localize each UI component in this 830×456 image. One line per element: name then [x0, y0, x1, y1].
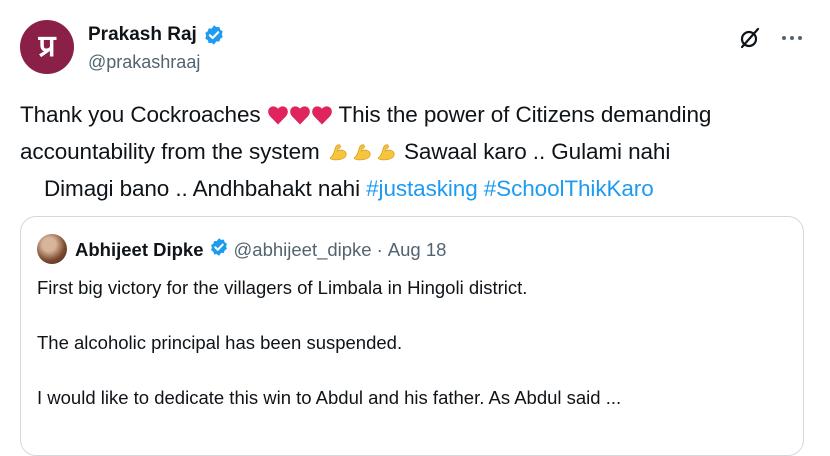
red-heart-icon: [311, 101, 332, 135]
quoted-paragraph: I would like to dedicate this win to Abd…: [37, 387, 622, 408]
tweet-text-segment: Thank you Cockroaches: [20, 102, 261, 127]
flexed-biceps-icon: [351, 138, 373, 172]
dot: [790, 36, 794, 40]
dot: [798, 36, 802, 40]
tweet-text: Thank you Cockroaches This the power of …: [20, 98, 810, 206]
more-options-icon[interactable]: [782, 28, 806, 48]
quoted-author-handle[interactable]: @abhijeet_dipke: [234, 239, 372, 261]
author-avatar[interactable]: प्र: [20, 20, 74, 74]
flexed-biceps-icon: [375, 138, 397, 172]
grok-icon[interactable]: [738, 26, 762, 50]
quoted-tweet-date[interactable]: Aug 18: [388, 239, 447, 261]
quoted-tweet-header: Abhijeet Dipke @abhijeet_dipke · Aug 18: [75, 237, 446, 262]
quoted-author-avatar[interactable]: [37, 234, 67, 264]
tweet-line-2: accountability from the system Sawaal ka…: [20, 135, 810, 172]
dot: [782, 36, 786, 40]
tweet-text-segment: Sawaal karo .. Gulami nahi: [403, 139, 671, 164]
quoted-tweet-card[interactable]: Abhijeet Dipke @abhijeet_dipke · Aug 18 …: [20, 216, 804, 456]
author-name-row: Prakash Raj: [88, 24, 225, 46]
quoted-tweet-body: First big victory for the villagers of L…: [37, 275, 787, 411]
tweet-line-3: Dimagi bano .. Andhbahakt nahi #justaski…: [20, 172, 810, 206]
quoted-author-name[interactable]: Abhijeet Dipke: [75, 239, 204, 261]
flexed-biceps-icon: [327, 138, 349, 172]
tweet-text-segment: This the power of Citizens demanding: [338, 102, 712, 127]
tweet-line-1: Thank you Cockroaches This the power of …: [20, 98, 810, 135]
hashtag-link[interactable]: #justasking: [366, 176, 478, 201]
author-handle[interactable]: @prakashraaj: [88, 52, 200, 73]
hashtag-link[interactable]: #SchoolThikKaro: [484, 176, 654, 201]
red-heart-icon: [289, 101, 310, 135]
separator-dot: ·: [376, 238, 383, 260]
verified-badge-icon: [203, 24, 225, 46]
author-display-name[interactable]: Prakash Raj: [88, 24, 197, 46]
verified-badge-icon: [209, 237, 229, 262]
red-heart-icon: [267, 101, 288, 135]
tweet-text-segment: accountability from the system: [20, 139, 320, 164]
quoted-paragraph: First big victory for the villagers of L…: [37, 277, 528, 298]
tweet-text-segment: Dimagi bano .. Andhbahakt nahi: [44, 176, 360, 201]
quoted-paragraph: The alcoholic principal has been suspend…: [37, 332, 403, 353]
avatar-logo: प्र: [38, 29, 56, 64]
